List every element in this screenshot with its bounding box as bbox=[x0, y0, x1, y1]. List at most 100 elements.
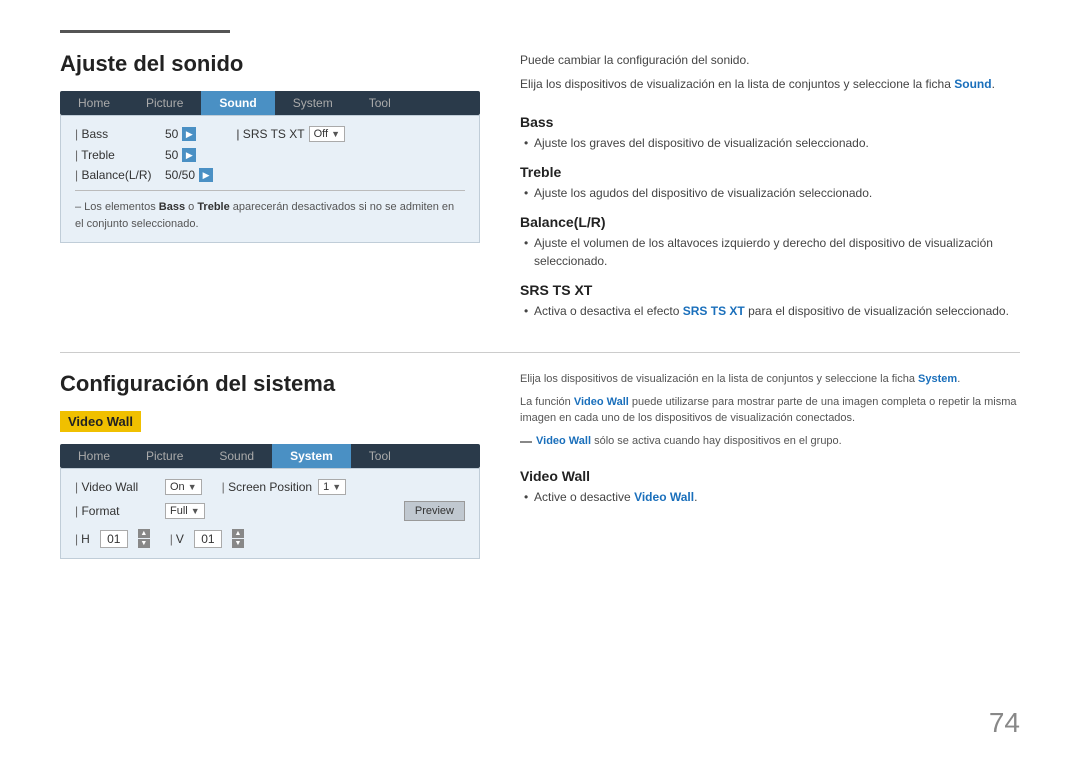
s2-menu-tool[interactable]: Tool bbox=[351, 444, 409, 468]
s2-menu-picture[interactable]: Picture bbox=[128, 444, 201, 468]
subsection-treble-bullet: Ajuste los agudos del dispositivo de vis… bbox=[520, 184, 1020, 202]
section-separator bbox=[60, 352, 1020, 353]
setting-label-bass: Bass bbox=[75, 127, 165, 141]
intro1-text: Puede cambiar la configuración del sonid… bbox=[520, 53, 749, 67]
vw-label-format: Format bbox=[75, 504, 165, 518]
s2-note-suffix: sólo se activa cuando hay dispositivos e… bbox=[591, 435, 842, 447]
vw-label-videowall: Video Wall bbox=[75, 480, 165, 494]
hv-row: H 01 ▲ ▼ V 01 ▲ ▼ bbox=[75, 527, 465, 548]
srs-value: Off bbox=[314, 128, 328, 140]
menu-item-home[interactable]: Home bbox=[60, 91, 128, 115]
section1-intro2: Elija los dispositivos de visualización … bbox=[520, 75, 1020, 93]
note-bass-bold: Bass bbox=[159, 201, 185, 213]
section1-title: Ajuste del sonido bbox=[60, 51, 480, 77]
h-spin-down[interactable]: ▼ bbox=[138, 539, 150, 548]
format-dropdown-arrow: ▼ bbox=[191, 506, 200, 516]
videowall-dropdown[interactable]: On ▼ bbox=[165, 479, 202, 495]
top-divider bbox=[60, 30, 230, 33]
s2-intro1-suffix: . bbox=[957, 373, 960, 385]
intro2-prefix: Elija los dispositivos de visualización … bbox=[520, 77, 954, 91]
subsection-vw: Video Wall Active o desactive Video Wall… bbox=[520, 468, 1020, 506]
menu-item-tool[interactable]: Tool bbox=[351, 91, 409, 115]
screenpos-value: 1 bbox=[323, 481, 329, 493]
subsection-balance: Balance(L/R) Ajuste el volumen de los al… bbox=[520, 214, 1020, 270]
srs-bullet-suffix: para el dispositivo de visualización sel… bbox=[745, 304, 1009, 318]
section2-settings-panel: Video Wall On ▼ Screen Position 1 ▼ bbox=[60, 468, 480, 559]
s2-note-highlight: Video Wall bbox=[536, 435, 591, 447]
s2-intro2-highlight: Video Wall bbox=[574, 396, 629, 408]
v-spin-up[interactable]: ▲ bbox=[232, 529, 244, 538]
menu-item-sound[interactable]: Sound bbox=[201, 91, 274, 115]
vw-bullet-highlight: Video Wall bbox=[634, 490, 694, 504]
section2-note-dash: Video Wall sólo se activa cuando hay dis… bbox=[520, 433, 1020, 450]
dash-line bbox=[520, 441, 532, 443]
s2-intro1-highlight: System bbox=[918, 373, 957, 385]
intro2-suffix: . bbox=[992, 77, 995, 91]
menu-item-picture[interactable]: Picture bbox=[128, 91, 201, 115]
subsection-srs-bullet: Activa o desactiva el efecto SRS TS XT p… bbox=[520, 302, 1020, 320]
videowall-value: On bbox=[170, 481, 185, 493]
bass-arrow-btn[interactable]: ▶ bbox=[182, 127, 196, 141]
screenpos-arrow: ▼ bbox=[332, 482, 341, 492]
section1-intro1: Puede cambiar la configuración del sonid… bbox=[520, 51, 1020, 69]
vw-bullet-prefix: Active o desactive bbox=[534, 490, 634, 504]
subsection-balance-title: Balance(L/R) bbox=[520, 214, 1020, 230]
h-spinner-value: 01 bbox=[100, 530, 128, 548]
intro2-highlight: Sound bbox=[954, 77, 991, 91]
h-label: H bbox=[75, 532, 90, 546]
section1-left: Ajuste del sonido Home Picture Sound Sys… bbox=[60, 51, 480, 332]
srs-dropdown[interactable]: Off ▼ bbox=[309, 126, 345, 142]
section2-menu-bar: Home Picture Sound System Tool bbox=[60, 444, 480, 468]
vw-right-screenpos: Screen Position 1 ▼ bbox=[222, 479, 347, 495]
format-dropdown[interactable]: Full ▼ bbox=[165, 503, 205, 519]
subsection-bass-title: Bass bbox=[520, 114, 1020, 130]
balance-arrow-btn[interactable]: ▶ bbox=[199, 168, 213, 182]
v-label: V bbox=[170, 532, 184, 546]
menu-item-system[interactable]: System bbox=[275, 91, 351, 115]
s2-intro1-prefix: Elija los dispositivos de visualización … bbox=[520, 373, 918, 385]
setting-row-balance: Balance(L/R) 50/50 ▶ bbox=[75, 168, 465, 182]
setting-value-bass: 50 ▶ bbox=[165, 127, 196, 141]
subsection-treble-title: Treble bbox=[520, 164, 1020, 180]
section2-intro1: Elija los dispositivos de visualización … bbox=[520, 371, 1020, 388]
preview-button[interactable]: Preview bbox=[404, 501, 465, 521]
h-spinner-btns[interactable]: ▲ ▼ bbox=[138, 529, 150, 548]
setting-label-balance: Balance(L/R) bbox=[75, 168, 165, 182]
subsection-bass-bullet: Ajuste los graves del dispositivo de vis… bbox=[520, 134, 1020, 152]
setting-row-bass: Bass 50 ▶ | SRS TS XT Off ▼ bbox=[75, 126, 465, 142]
settings-note: – Los elementos Bass o Treble aparecerán… bbox=[75, 199, 465, 232]
section2-columns: Configuración del sistema Video Wall Hom… bbox=[60, 371, 1020, 559]
screenpos-dropdown[interactable]: 1 ▼ bbox=[318, 479, 346, 495]
vw-value-format: Full ▼ bbox=[165, 503, 205, 519]
vw-bullet-suffix: . bbox=[694, 490, 697, 504]
srs-label: | SRS TS XT bbox=[236, 127, 304, 141]
h-spin-up[interactable]: ▲ bbox=[138, 529, 150, 538]
treble-value: 50 bbox=[165, 148, 178, 162]
s2-menu-home[interactable]: Home bbox=[60, 444, 128, 468]
setting-value-treble: 50 ▶ bbox=[165, 148, 196, 162]
video-wall-badge: Video Wall bbox=[60, 411, 141, 432]
srs-dropdown-arrow: ▼ bbox=[331, 129, 340, 139]
v-spinner-value: 01 bbox=[194, 530, 222, 548]
v-spin-down[interactable]: ▼ bbox=[232, 539, 244, 548]
setting-value-balance: 50/50 ▶ bbox=[165, 168, 213, 182]
setting-row-treble: Treble 50 ▶ bbox=[75, 148, 465, 162]
videowall-dropdown-arrow: ▼ bbox=[188, 482, 197, 492]
section1-right: Puede cambiar la configuración del sonid… bbox=[520, 51, 1020, 332]
dash-highlight: Video Wall sólo se activa cuando hay dis… bbox=[536, 433, 842, 450]
s2-menu-system[interactable]: System bbox=[272, 444, 351, 468]
s2-menu-sound[interactable]: Sound bbox=[201, 444, 272, 468]
note-mid: o bbox=[185, 201, 197, 213]
section2-left: Configuración del sistema Video Wall Hom… bbox=[60, 371, 480, 559]
srs-setting: | SRS TS XT Off ▼ bbox=[236, 126, 345, 142]
section1-columns: Ajuste del sonido Home Picture Sound Sys… bbox=[60, 51, 1020, 332]
treble-arrow-btn[interactable]: ▶ bbox=[182, 148, 196, 162]
screenpos-label: Screen Position bbox=[222, 480, 313, 494]
v-spinner-btns[interactable]: ▲ ▼ bbox=[232, 529, 244, 548]
vw-row-format: Format Full ▼ Preview bbox=[75, 501, 465, 521]
section1-menu-bar: Home Picture Sound System Tool bbox=[60, 91, 480, 115]
bass-value: 50 bbox=[165, 127, 178, 141]
subsection-vw-title: Video Wall bbox=[520, 468, 1020, 484]
subsection-srs: SRS TS XT Activa o desactiva el efecto S… bbox=[520, 282, 1020, 320]
subsection-bass: Bass Ajuste los graves del dispositivo d… bbox=[520, 114, 1020, 152]
